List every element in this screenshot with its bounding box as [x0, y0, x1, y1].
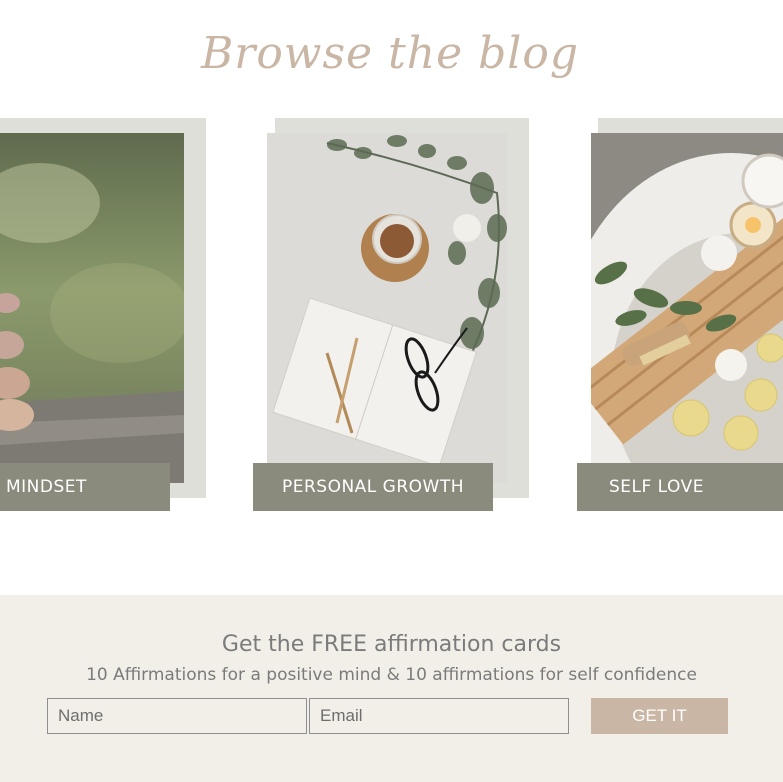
stacked-stones-photo[interactable] [0, 133, 184, 483]
optin-title: Get the FREE affirmation cards [221, 632, 562, 657]
page-title-text: Browse the blog [200, 28, 579, 79]
name-field[interactable] [47, 698, 307, 734]
optin-section: Get the FREE affirmation cards 10 Affirm… [0, 595, 783, 782]
email-field[interactable] [309, 698, 569, 734]
notebook-flatlay-photo[interactable] [267, 133, 507, 483]
category-label-self-love[interactable]: SELF LOVE [577, 463, 783, 511]
optin-subtitle: 10 Affirmations for a positive mind & 10… [86, 665, 697, 685]
category-label-mindset[interactable]: MINDSET [0, 463, 170, 511]
category-label-personal-growth[interactable]: PERSONAL GROWTH [253, 463, 493, 511]
page-title: Browse the blog [200, 28, 579, 79]
bath-tray-photo[interactable] [591, 133, 783, 483]
get-it-button[interactable]: GET IT [591, 698, 728, 734]
